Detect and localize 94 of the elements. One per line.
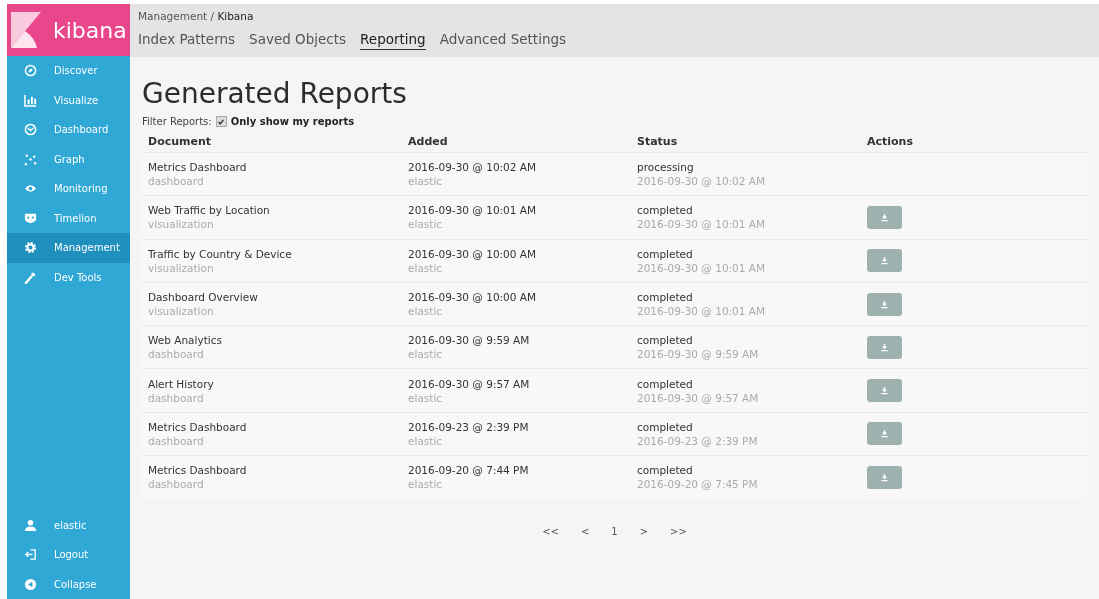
document-name: Web Traffic by Location: [148, 204, 271, 217]
status-text: processing: [637, 161, 695, 174]
pagination-link[interactable]: >: [639, 526, 649, 538]
status-time: 2016-09-30 @ 10:01 AM: [637, 305, 767, 318]
download-icon: [880, 342, 889, 352]
nav-item[interactable]: Management: [7, 233, 130, 263]
document-type: visualization: [148, 261, 215, 274]
pagination-link[interactable]: 1: [611, 526, 618, 538]
user-name: elastic: [408, 348, 444, 361]
wrench-icon: [24, 270, 37, 284]
tab[interactable]: Advanced Settings: [439, 31, 567, 50]
pagination-link[interactable]: >>: [670, 526, 687, 538]
document-type: dashboard: [148, 478, 205, 491]
user-name: elastic: [408, 218, 444, 231]
added-date: 2016-09-23 @ 2:39 PM: [408, 420, 530, 433]
status-text: completed: [637, 464, 694, 477]
download-button[interactable]: [867, 465, 902, 489]
document-name: Web Analytics: [148, 334, 223, 347]
checkbox[interactable]: [215, 116, 227, 127]
gauge-icon: [24, 123, 37, 137]
status-time: 2016-09-30 @ 10:02 AM: [637, 175, 767, 188]
user-name: elastic: [408, 391, 444, 404]
breadcrumb-link[interactable]: Management /: [138, 10, 218, 22]
document-type: dashboard: [148, 348, 205, 361]
added-date: 2016-09-30 @ 10:01 AM: [408, 204, 538, 217]
page-title: Generated Reports: [142, 77, 408, 110]
download-icon: [880, 299, 889, 309]
download-icon: [880, 429, 889, 439]
added-date: 2016-09-30 @ 10:00 AM: [408, 291, 538, 304]
tab[interactable]: Reporting: [360, 31, 426, 50]
column-header: Actions: [866, 134, 914, 150]
column-header: Status: [636, 134, 679, 150]
user-name: elastic: [408, 261, 444, 274]
tab[interactable]: Index Patterns: [138, 31, 236, 50]
download-icon: [880, 472, 889, 482]
status-text: completed: [637, 377, 694, 390]
filter-label: Filter Reports:: [142, 116, 212, 127]
document-name: Metrics Dashboard: [148, 161, 248, 174]
compass-icon: [24, 64, 37, 78]
logout-icon: [24, 548, 37, 562]
user-name: elastic: [408, 305, 444, 318]
filter-option[interactable]: Only show my reports: [230, 116, 355, 127]
added-date: 2016-09-30 @ 9:59 AM: [408, 334, 531, 347]
user-name: elastic: [408, 434, 444, 447]
document-type: visualization: [148, 305, 215, 318]
document-type: dashboard: [148, 434, 205, 447]
document-type: dashboard: [148, 391, 205, 404]
download-icon: [880, 386, 889, 396]
breadcrumb-current: Kibana: [217, 10, 254, 22]
user-name: elastic: [408, 478, 444, 491]
document-name: Traffic by Country & Device: [148, 247, 293, 260]
document-name: Metrics Dashboard: [148, 420, 248, 433]
logo-text: kibana: [53, 17, 127, 43]
status-time: 2016-09-30 @ 10:01 AM: [637, 218, 767, 231]
column-header: Document: [147, 134, 213, 150]
graph-icon: [24, 152, 37, 166]
logo-icon: [11, 12, 41, 48]
user-name: elastic: [408, 175, 444, 188]
status-text: completed: [637, 334, 694, 347]
added-date: 2016-09-30 @ 10:00 AM: [408, 247, 538, 260]
column-header: Added: [407, 134, 449, 150]
added-date: 2016-09-20 @ 7:44 PM: [408, 464, 530, 477]
download-icon: [880, 212, 889, 222]
mask-icon: [24, 211, 37, 225]
download-button[interactable]: [867, 249, 902, 273]
collapse-icon: [24, 577, 37, 591]
status-time: 2016-09-23 @ 2:39 PM: [637, 434, 759, 447]
document-name: Dashboard Overview: [148, 291, 259, 304]
user-icon: [24, 518, 37, 532]
status-time: 2016-09-20 @ 7:45 PM: [637, 478, 759, 491]
status-time: 2016-09-30 @ 9:57 AM: [637, 391, 760, 404]
status-time: 2016-09-30 @ 9:59 AM: [637, 348, 760, 361]
download-icon: [880, 256, 889, 266]
document-type: dashboard: [148, 175, 205, 188]
status-text: completed: [637, 420, 694, 433]
download-button[interactable]: [867, 379, 902, 403]
download-button[interactable]: [867, 205, 902, 229]
tab[interactable]: Saved Objects: [249, 31, 347, 50]
settings-icon: [24, 241, 37, 255]
download-button[interactable]: [867, 335, 902, 359]
status-text: completed: [637, 204, 694, 217]
bar-chart-icon: [24, 93, 37, 107]
added-date: 2016-09-30 @ 9:57 AM: [408, 377, 531, 390]
pagination-link[interactable]: <: [580, 526, 590, 538]
document-name: Metrics Dashboard: [148, 464, 248, 477]
document-name: Alert History: [148, 377, 215, 390]
status-time: 2016-09-30 @ 10:01 AM: [637, 261, 767, 274]
download-button[interactable]: [867, 422, 902, 446]
status-text: completed: [637, 291, 694, 304]
download-button[interactable]: [867, 292, 902, 316]
added-date: 2016-09-30 @ 10:02 AM: [408, 161, 538, 174]
document-type: visualization: [148, 218, 215, 231]
status-text: completed: [637, 247, 694, 260]
pagination-link[interactable]: <<: [542, 526, 559, 538]
